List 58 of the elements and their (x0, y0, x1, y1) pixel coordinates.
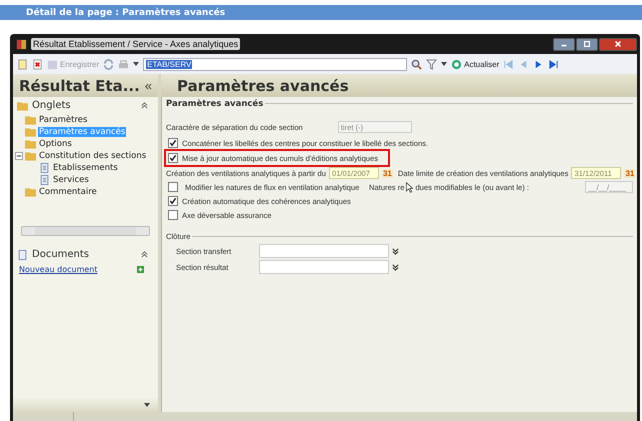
refresh-button[interactable]: Actualiser (451, 58, 500, 70)
section-title: Onglets (32, 100, 71, 111)
code-field[interactable]: ETAB/SERV (143, 58, 408, 70)
checkbox[interactable] (168, 182, 178, 192)
panel-title: Résultat Eta... (19, 76, 140, 94)
tree-item[interactable]: Constitution des sections (38, 151, 148, 161)
collapse-button[interactable]: « (144, 78, 152, 93)
group-title: Paramètres avancés (166, 98, 264, 108)
refresh-icon (451, 58, 462, 70)
caret-icon[interactable] (441, 62, 448, 66)
folder-icon (25, 187, 36, 197)
last-icon[interactable] (548, 58, 560, 70)
calendar-button[interactable]: 31 (624, 168, 636, 178)
chevron-up-icon[interactable] (141, 251, 148, 258)
page-title: Détail de la page : Paramètres avancés (26, 8, 226, 18)
filter-icon[interactable] (426, 58, 438, 70)
close-button[interactable] (599, 38, 637, 50)
checkbox[interactable] (168, 196, 178, 206)
horizontal-scrollbar[interactable] (21, 226, 150, 236)
app-icon (16, 38, 27, 50)
page-title: Paramètres avancés (177, 76, 349, 94)
search-icon[interactable] (411, 58, 422, 70)
folder-icon (25, 151, 36, 161)
close-icon (613, 40, 623, 48)
add-icon[interactable] (137, 266, 144, 273)
folder-icon (17, 100, 28, 110)
tree-item[interactable]: Etablissements (52, 163, 119, 173)
document-icon (39, 163, 50, 173)
chevron-up-icon[interactable] (141, 102, 148, 109)
checkbox[interactable] (168, 153, 178, 163)
calendar-button[interactable]: 31 (382, 168, 393, 178)
minimize-button[interactable] (553, 38, 575, 50)
save-icon (47, 58, 58, 70)
mouse-pointer-icon (406, 182, 414, 192)
window-title: Résultat Etablissement / Service - Axes analytiques (31, 38, 240, 50)
tree-item[interactable]: Commentaire (38, 187, 98, 197)
tree-item[interactable]: Paramètres (38, 115, 88, 125)
document-icon (17, 250, 28, 260)
checkbox[interactable] (168, 138, 178, 148)
section-title: Documents (32, 249, 90, 260)
new-document-link[interactable]: Nouveau document (19, 265, 98, 274)
combo-field[interactable] (259, 244, 389, 258)
double-chevron-down-icon[interactable] (392, 264, 399, 270)
maximize-icon (582, 40, 592, 48)
tree-item[interactable]: Options (38, 139, 73, 149)
document-icon (39, 175, 50, 185)
maximize-button[interactable] (576, 38, 598, 50)
folder-icon (25, 115, 36, 125)
collapse-toggle-icon[interactable] (15, 152, 23, 160)
double-chevron-down-icon[interactable] (392, 248, 399, 254)
combo-field[interactable] (259, 260, 389, 274)
folder-icon (25, 139, 36, 149)
tree-item[interactable]: Services (52, 175, 90, 185)
caret-icon[interactable] (144, 403, 150, 407)
folder-icon (25, 127, 36, 137)
checkbox[interactable] (168, 210, 178, 220)
caret-icon[interactable] (133, 62, 140, 66)
delete-icon[interactable] (32, 58, 43, 70)
